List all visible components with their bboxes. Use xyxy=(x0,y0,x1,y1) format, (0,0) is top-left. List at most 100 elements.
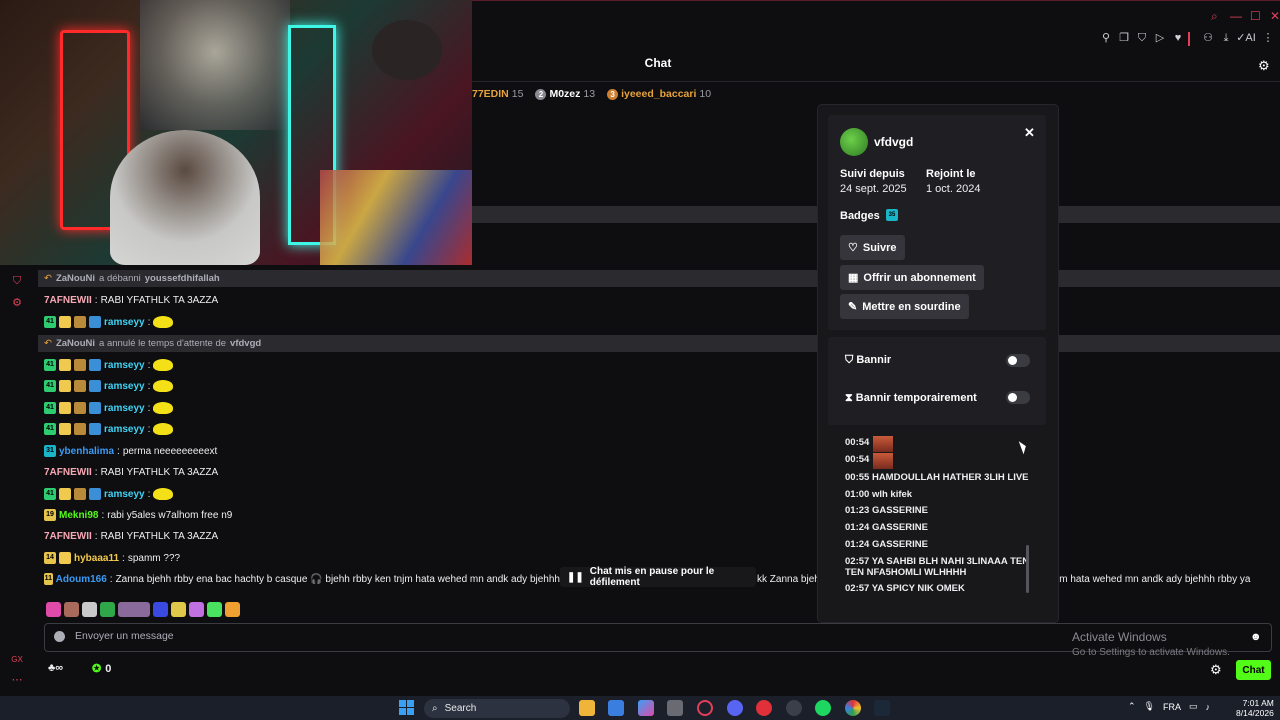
log-scrollbar[interactable] xyxy=(1026,545,1029,593)
verified-badge-icon[interactable] xyxy=(89,380,101,392)
close-icon[interactable]: ✕ xyxy=(1024,125,1035,141)
taskbar-search[interactable]: ⌕ Search xyxy=(424,699,570,718)
minimize-icon[interactable]: — xyxy=(1230,9,1242,23)
yellow-emote-icon[interactable] xyxy=(153,359,174,371)
verified-badge-icon[interactable] xyxy=(89,488,101,500)
calculator-icon[interactable] xyxy=(667,700,683,716)
volume-icon[interactable]: ♪ xyxy=(1206,702,1211,712)
heart-icon[interactable]: ♥ xyxy=(1172,32,1184,44)
mod-target[interactable]: youssefdhifallah xyxy=(145,273,220,284)
subscriber-badge-icon[interactable]: 41 xyxy=(44,380,56,392)
app-gray-icon[interactable] xyxy=(786,700,802,716)
timeout-toggle[interactable] xyxy=(1006,391,1030,404)
gift-badge-icon[interactable] xyxy=(59,552,71,564)
chat-username[interactable]: Mekni98 xyxy=(59,510,98,521)
gift-badge-icon[interactable] xyxy=(59,380,71,392)
verified-badge-icon[interactable] xyxy=(89,359,101,371)
emote-icon[interactable] xyxy=(64,602,79,617)
supporter-badge-icon[interactable] xyxy=(74,423,86,435)
chat-username[interactable]: ramseyy xyxy=(104,317,145,328)
close-window-icon[interactable]: ✕ xyxy=(1270,9,1280,23)
steam-icon[interactable] xyxy=(874,700,890,716)
windows-start-icon[interactable] xyxy=(399,700,414,715)
play-icon[interactable]: ▷ xyxy=(1154,32,1166,44)
supporter-badge-icon[interactable] xyxy=(74,316,86,328)
chat-username[interactable]: Adoum166 xyxy=(56,574,107,585)
emote-icon[interactable] xyxy=(189,602,204,617)
chat-username[interactable]: 7AFNEWII xyxy=(44,531,92,542)
chat-username[interactable]: ramseyy xyxy=(104,489,145,500)
verified-badge-icon[interactable] xyxy=(89,402,101,414)
emote-icon[interactable] xyxy=(225,602,240,617)
chat-message-input[interactable] xyxy=(75,630,975,642)
follow-button[interactable]: ♡ Suivre xyxy=(840,235,905,260)
file-explorer-icon[interactable] xyxy=(579,700,595,716)
gift-badge-icon[interactable] xyxy=(59,316,71,328)
discord-icon[interactable] xyxy=(727,700,743,716)
chat-username[interactable]: hybaaa11 xyxy=(74,553,119,564)
subscriber-badge-icon[interactable]: 41 xyxy=(44,423,56,435)
download-icon[interactable]: ⤓ xyxy=(1220,32,1232,44)
subscriber-badge-icon[interactable]: 41 xyxy=(44,488,56,500)
user-icon[interactable]: ⚇ xyxy=(1202,32,1214,44)
search-window-icon[interactable]: ⌕ xyxy=(1211,9,1218,24)
mod-name[interactable]: ZaNouNi xyxy=(56,338,95,349)
chat-username[interactable]: ramseyy xyxy=(104,424,145,435)
popout-icon[interactable]: ❐ xyxy=(1118,32,1130,44)
chat-username[interactable]: ramseyy xyxy=(104,403,145,414)
subscriber-badge-icon[interactable]: 11 xyxy=(44,573,53,585)
mute-button[interactable]: ✎ Mettre en sourdine xyxy=(840,294,969,319)
subscriber-badge-icon[interactable]: 14 xyxy=(44,552,56,564)
mod-target[interactable]: vfdvgd xyxy=(230,338,261,349)
app-red-icon[interactable] xyxy=(756,700,772,716)
smiley-icon[interactable]: ☻ xyxy=(1250,631,1262,643)
stream-webcam[interactable] xyxy=(0,0,472,265)
chat-paused-banner[interactable]: ❚❚ Chat mis en pause pour le défilement xyxy=(560,566,756,588)
user-settings-icon[interactable]: ⚙ xyxy=(1258,58,1270,74)
kick-points[interactable]: ✪ 0 xyxy=(92,662,111,676)
maximize-icon[interactable]: ☐ xyxy=(1250,9,1261,23)
leaderboard-entry[interactable]: 3 iyeeed_baccari 10 xyxy=(607,88,711,100)
store-icon[interactable] xyxy=(608,700,624,716)
gift-badge-icon[interactable] xyxy=(59,488,71,500)
mod-shield-icon[interactable]: ⛉ xyxy=(11,275,23,287)
chat-username[interactable]: ramseyy xyxy=(104,360,145,371)
ai-icon[interactable]: ✓AI xyxy=(1236,32,1256,44)
copilot-icon[interactable] xyxy=(638,700,654,716)
emote-picker-icon[interactable] xyxy=(54,631,65,642)
mod-settings-icon[interactable]: ⚙ xyxy=(11,297,23,309)
chrome-icon[interactable] xyxy=(845,700,861,716)
subscriber-badge-icon[interactable]: 35 xyxy=(886,209,898,221)
subscriber-badge-icon[interactable]: 41 xyxy=(44,359,56,371)
more-icon[interactable]: ⋮ xyxy=(1262,32,1274,44)
mod-name[interactable]: ZaNouNi xyxy=(56,273,95,284)
network-icon[interactable]: ▭ xyxy=(1189,701,1198,712)
pin-icon[interactable]: ⚲ xyxy=(1100,32,1112,44)
send-chat-button[interactable]: Chat xyxy=(1236,660,1271,680)
supporter-badge-icon[interactable] xyxy=(74,402,86,414)
opera-gx-icon[interactable] xyxy=(697,700,713,716)
emote-icon[interactable] xyxy=(171,602,186,617)
shield-icon[interactable]: ⛉ xyxy=(1136,32,1148,44)
emote-icon[interactable] xyxy=(153,602,168,617)
chat-username[interactable]: ramseyy xyxy=(104,381,145,392)
supporter-badge-icon[interactable] xyxy=(74,359,86,371)
subscriber-badge-icon[interactable]: 41 xyxy=(44,402,56,414)
rail-label-icon[interactable]: GX xyxy=(11,654,23,666)
taskbar-clock[interactable]: 7:01 AM 8/14/2026 xyxy=(1236,698,1274,718)
yellow-emote-icon[interactable] xyxy=(153,380,174,392)
verified-badge-icon[interactable] xyxy=(89,423,101,435)
subscriber-badge-icon[interactable]: 31 xyxy=(44,445,56,457)
leaderboard-entry[interactable]: 2 M0zez 13 xyxy=(535,88,595,100)
gift-badge-icon[interactable] xyxy=(59,402,71,414)
subscriber-badge-icon[interactable]: 19 xyxy=(44,509,56,521)
verified-badge-icon[interactable] xyxy=(89,316,101,328)
yellow-emote-icon[interactable] xyxy=(153,316,174,328)
user-card-username[interactable]: vfdvgd xyxy=(874,135,913,149)
gift-badge-icon[interactable] xyxy=(59,359,71,371)
channel-points[interactable]: ♣∞ xyxy=(48,662,63,674)
chat-username[interactable]: 7AFNEWII xyxy=(44,295,92,306)
emote-icon[interactable] xyxy=(100,602,115,617)
avatar[interactable] xyxy=(840,128,868,156)
emote-icon[interactable] xyxy=(207,602,222,617)
